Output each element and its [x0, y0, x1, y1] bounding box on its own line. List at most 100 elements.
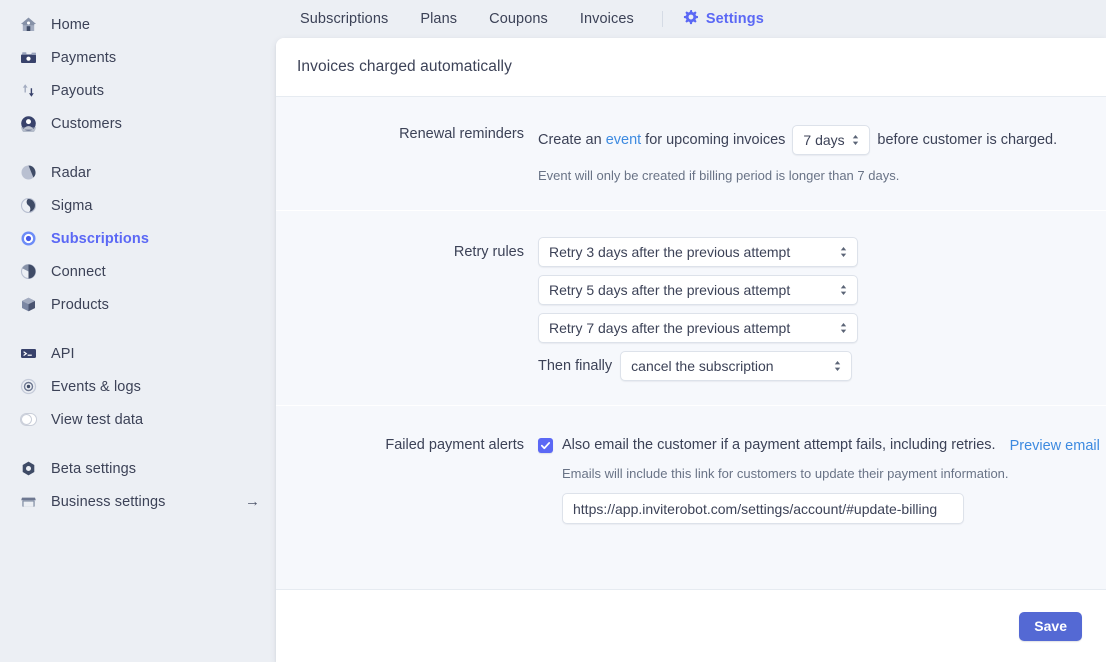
retry-final-value: cancel the subscription [631, 358, 773, 374]
tab-subscriptions[interactable]: Subscriptions [284, 11, 404, 27]
connect-icon [20, 263, 37, 280]
sidebar-item-label: Payments [51, 50, 116, 66]
sidebar-item-label: View test data [51, 412, 143, 428]
events-logs-icon [20, 378, 37, 395]
sidebar-item-label: Subscriptions [51, 231, 149, 247]
retry-rule-value: Retry 7 days after the previous attempt [549, 320, 790, 336]
toggle-switch-icon[interactable] [20, 411, 37, 428]
chevron-updown-icon [839, 245, 848, 259]
sidebar-item-subscriptions[interactable]: Subscriptions [0, 222, 276, 255]
card-header: Invoices charged automatically [276, 38, 1106, 97]
sidebar-group-settings: Beta settings Business settings → [0, 452, 276, 518]
payments-icon [20, 49, 37, 66]
renewal-inline-group: Create an event for upcoming invoices 7 … [538, 125, 1106, 155]
retry-rule-select-1[interactable]: Retry 3 days after the previous attempt [538, 237, 858, 267]
sidebar-item-events-logs[interactable]: Events & logs [0, 370, 276, 403]
card-footer: Save [276, 589, 1106, 662]
sidebar-item-label: Home [51, 17, 90, 33]
retry-rules-body: Retry 3 days after the previous attempt … [538, 237, 1106, 381]
tab-settings[interactable]: Settings [675, 10, 780, 29]
sidebar-item-label: Payouts [51, 83, 104, 99]
email-customer-checkbox[interactable] [538, 438, 553, 453]
app-root: Home Payments [0, 0, 1106, 662]
renewal-days-value: 7 days [803, 132, 844, 148]
sidebar-item-customers[interactable]: Customers [0, 107, 276, 140]
sidebar-item-label: Products [51, 297, 109, 313]
renewal-text-mid: for upcoming invoices [645, 131, 785, 150]
retry-rule-value: Retry 3 days after the previous attempt [549, 244, 790, 260]
sigma-icon [20, 197, 37, 214]
renewal-reminders-label: Renewal reminders [276, 125, 538, 144]
page-title: Invoices charged automatically [297, 58, 512, 76]
retry-final-label: Then finally [538, 357, 612, 376]
sidebar-item-label: Beta settings [51, 461, 136, 477]
section-failed-payment-alerts: Failed payment alerts Also email the cus… [276, 406, 1106, 554]
sidebar-item-sigma[interactable]: Sigma [0, 189, 276, 222]
sidebar-item-label: Business settings [51, 494, 166, 510]
sidebar-item-payments[interactable]: Payments [0, 41, 276, 74]
renewal-hint: Event will only be created if billing pe… [538, 167, 1106, 184]
products-icon [20, 296, 37, 313]
sidebar-spacer [0, 321, 276, 337]
renewal-reminders-row: Renewal reminders Create an event for up… [276, 125, 1106, 184]
sidebar-item-label: API [51, 346, 75, 362]
gear-icon [683, 10, 698, 29]
retry-rule-select-3[interactable]: Retry 7 days after the previous attempt [538, 313, 858, 343]
sidebar-group-products: Radar Sigma [0, 156, 276, 321]
arrow-right-icon: → [245, 494, 260, 509]
tab-coupons[interactable]: Coupons [473, 11, 564, 27]
home-icon [20, 16, 37, 33]
customers-icon [20, 115, 37, 132]
tab-plans[interactable]: Plans [404, 11, 473, 27]
sidebar-item-products[interactable]: Products [0, 288, 276, 321]
main-content: Subscriptions Plans Coupons Invoices Set… [276, 0, 1106, 662]
sidebar-item-view-test-data[interactable]: View test data [0, 403, 276, 436]
sidebar: Home Payments [0, 0, 276, 662]
alerts-hint: Emails will include this link for custom… [562, 465, 1106, 482]
failed-alerts-body: Also email the customer if a payment att… [538, 436, 1106, 524]
business-settings-icon [20, 493, 37, 510]
sidebar-item-label: Customers [51, 116, 122, 132]
radar-icon [20, 164, 37, 181]
toggle-knob [21, 414, 32, 425]
retry-rules-label: Retry rules [276, 237, 538, 267]
sidebar-item-connect[interactable]: Connect [0, 255, 276, 288]
sidebar-item-payouts[interactable]: Payouts [0, 74, 276, 107]
chevron-updown-icon [851, 133, 860, 147]
retry-rule-select-2[interactable]: Retry 5 days after the previous attempt [538, 275, 858, 305]
chevron-updown-icon [839, 321, 848, 335]
renewal-text-before: Create an [538, 131, 602, 150]
sidebar-group-main: Home Payments [0, 8, 276, 140]
retry-final-select[interactable]: cancel the subscription [620, 351, 852, 381]
section-retry-rules: Retry rules Retry 3 days after the previ… [276, 211, 1106, 405]
sidebar-item-api[interactable]: API [0, 337, 276, 370]
chevron-updown-icon [833, 359, 842, 373]
sidebar-item-label: Sigma [51, 198, 93, 214]
sidebar-item-business-settings[interactable]: Business settings → [0, 485, 276, 518]
toggle-track[interactable] [20, 413, 37, 426]
sidebar-item-label: Connect [51, 264, 106, 280]
sidebar-item-radar[interactable]: Radar [0, 156, 276, 189]
preview-email-link[interactable]: Preview email [1010, 438, 1100, 454]
api-icon [20, 345, 37, 362]
top-navigation: Subscriptions Plans Coupons Invoices Set… [276, 0, 1106, 38]
retry-rule-value: Retry 5 days after the previous attempt [549, 282, 790, 298]
alerts-checkbox-group: Also email the customer if a payment att… [538, 436, 1106, 455]
renewal-days-select[interactable]: 7 days [792, 125, 870, 155]
event-link[interactable]: event [606, 132, 641, 148]
payouts-icon [20, 82, 37, 99]
section-renewal-reminders: Renewal reminders Create an event for up… [276, 97, 1106, 210]
sidebar-spacer [0, 140, 276, 156]
settings-card: Invoices charged automatically Renewal r… [276, 38, 1106, 662]
nav-divider [662, 11, 663, 27]
sidebar-item-beta-settings[interactable]: Beta settings [0, 452, 276, 485]
tab-settings-label: Settings [706, 11, 764, 27]
save-button[interactable]: Save [1019, 612, 1082, 641]
update-billing-url-input[interactable] [562, 493, 964, 524]
sidebar-item-home[interactable]: Home [0, 8, 276, 41]
tab-invoices[interactable]: Invoices [564, 11, 650, 27]
beta-settings-icon [20, 460, 37, 477]
subscriptions-icon [20, 230, 37, 247]
sidebar-spacer [0, 436, 276, 452]
renewal-text-after: before customer is charged. [877, 131, 1057, 150]
